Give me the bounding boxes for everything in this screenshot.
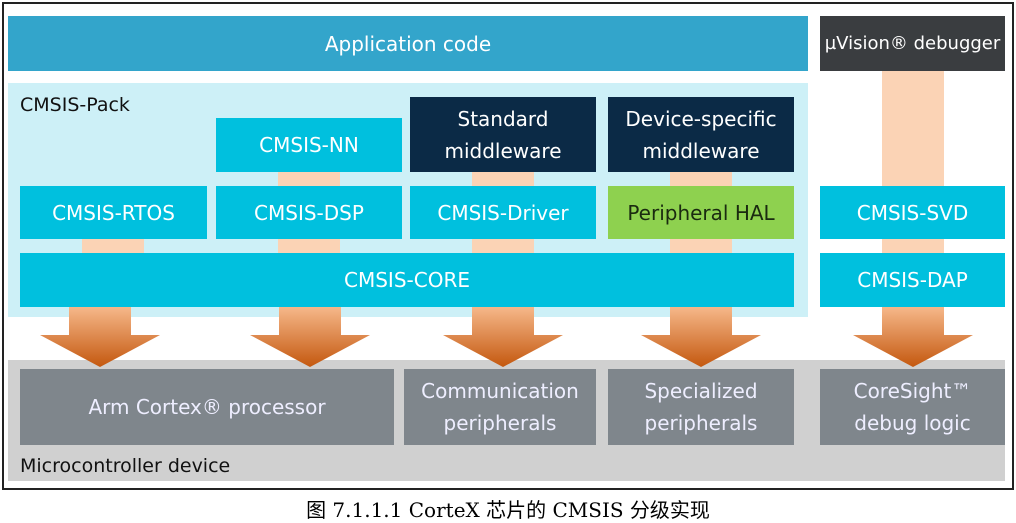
connector: [472, 172, 534, 186]
cmsis-dap: CMSIS-DAP: [820, 253, 1005, 307]
connector: [278, 239, 340, 253]
connector: [278, 172, 340, 186]
connector: [670, 239, 732, 253]
communication-peripherals: Communication peripherals: [404, 369, 596, 445]
cmsis-core: CMSIS-CORE: [20, 253, 794, 307]
uvision-debugger: µVision® debugger: [820, 16, 1005, 71]
microcontroller-device-label: Microcontroller device: [20, 455, 231, 477]
connector: [82, 239, 144, 253]
connector: [472, 239, 534, 253]
arm-cortex-processor: Arm Cortex® processor: [20, 369, 394, 445]
figure-caption: 图 7.1.1.1 CorteX 芯片的 CMSIS 分级实现: [306, 498, 710, 522]
coresight-debug-logic: CoreSight™ debug logic: [820, 369, 1005, 445]
cmsis-svd: CMSIS-SVD: [820, 186, 1005, 239]
specialized-peripherals: Specialized peripherals: [608, 369, 794, 445]
cmsis-dsp: CMSIS-DSP: [216, 186, 402, 239]
connector: [882, 239, 944, 253]
cmsis-nn: CMSIS-NN: [216, 118, 402, 172]
cmsis-rtos: CMSIS-RTOS: [20, 186, 207, 239]
arrow-down-icon: [40, 307, 160, 367]
arrow-down-icon: [443, 307, 563, 367]
arrow-down-icon: [853, 307, 973, 367]
device-specific-middleware: Device-specific middleware: [608, 97, 794, 172]
peripheral-hal: Peripheral HAL: [608, 186, 794, 239]
arrow-down-icon: [641, 307, 761, 367]
standard-middleware: Standard middleware: [410, 97, 596, 172]
cmsis-pack-label: CMSIS-Pack: [20, 94, 130, 116]
connector: [670, 172, 732, 186]
cmsis-driver: CMSIS-Driver: [410, 186, 596, 239]
application-code-layer: Application code: [8, 16, 808, 71]
connector: [882, 71, 944, 186]
arrow-down-icon: [250, 307, 370, 367]
